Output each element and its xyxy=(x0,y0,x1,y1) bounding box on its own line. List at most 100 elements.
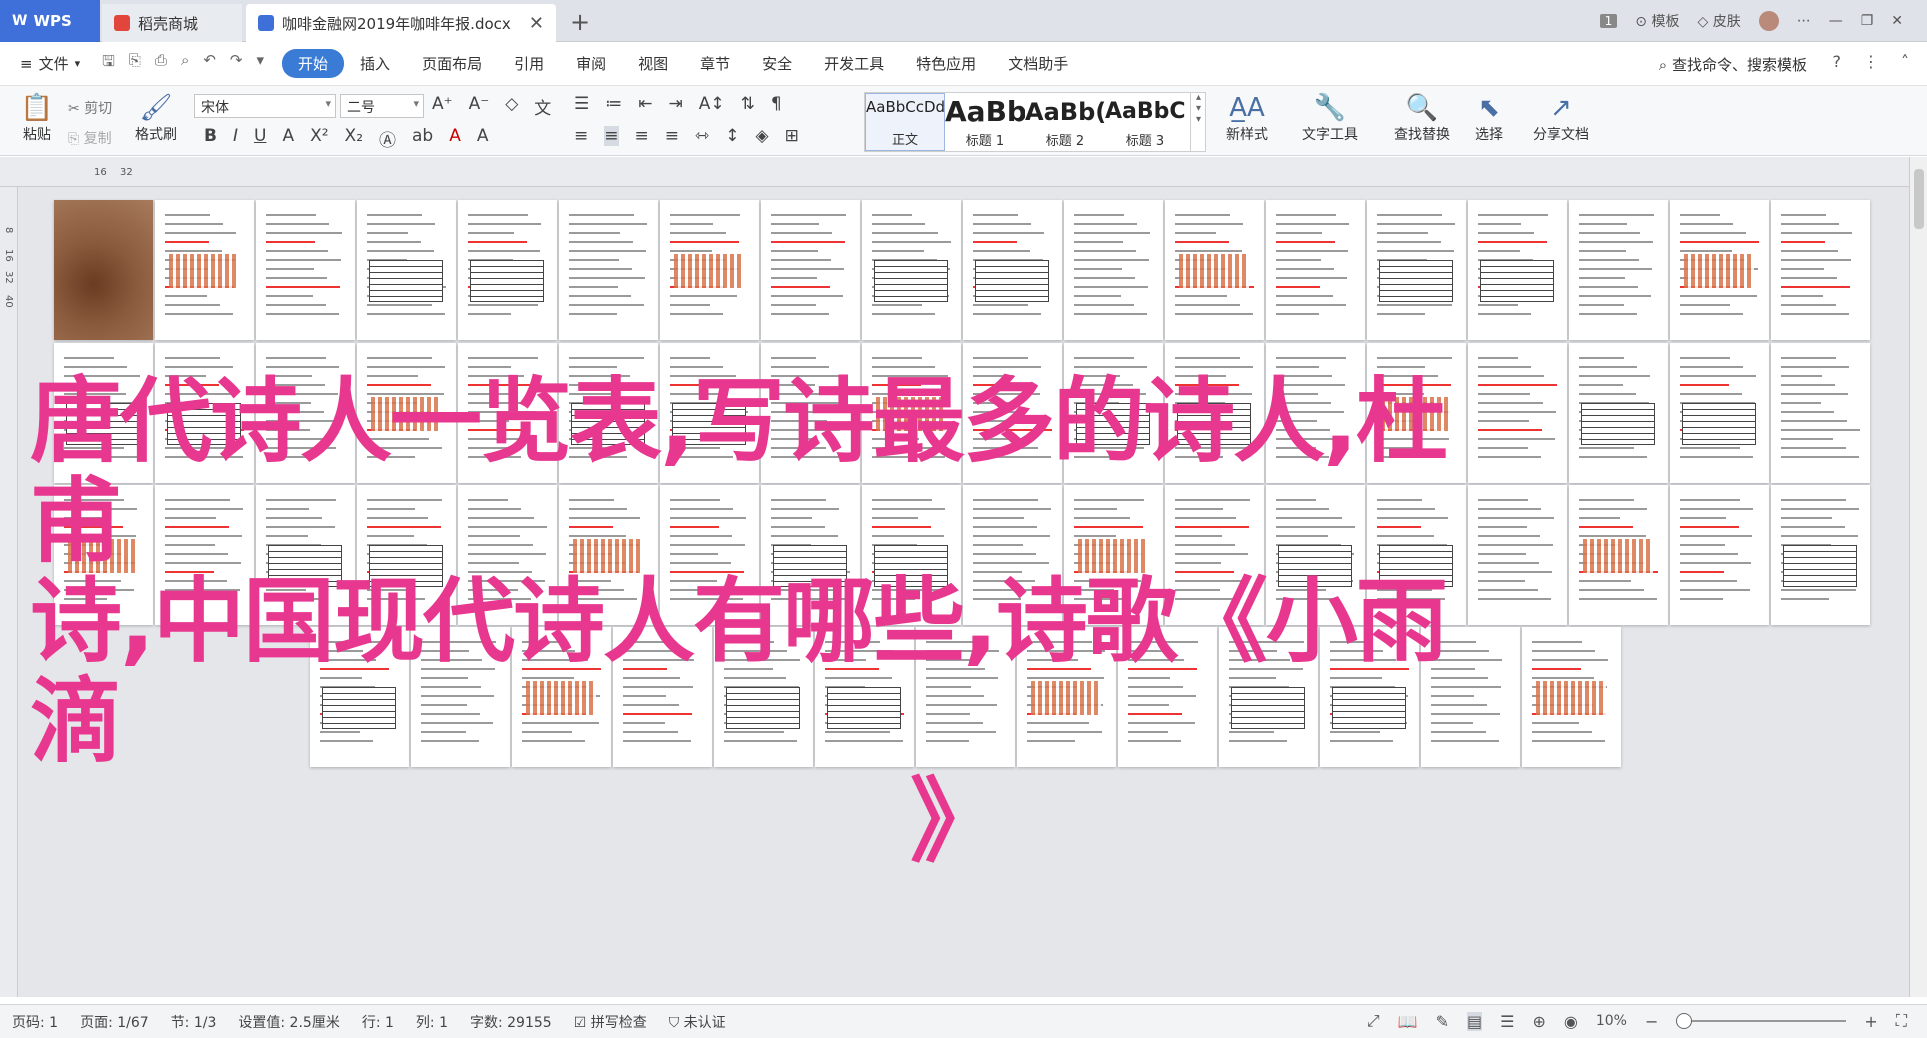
find-replace-button[interactable]: 🔍 查找替换 xyxy=(1382,92,1462,144)
page-thumbnail[interactable] xyxy=(761,343,860,483)
page-thumbnail[interactable] xyxy=(1771,343,1870,483)
decrease-indent-icon[interactable]: ⇤ xyxy=(638,94,652,114)
page-thumbnail[interactable] xyxy=(411,627,510,767)
page-thumbnail[interactable] xyxy=(1569,343,1668,483)
page-thumbnail[interactable] xyxy=(1266,200,1365,340)
page-thumbnail[interactable] xyxy=(660,485,759,625)
restore-icon[interactable]: ❐ xyxy=(1861,13,1874,29)
spell-check-button[interactable]: ☑ 拼写检查 xyxy=(574,1012,647,1032)
vertical-ruler[interactable]: 8 16 32 40 xyxy=(0,187,18,997)
format-painter-button[interactable]: 🖌 格式刷 xyxy=(128,92,184,144)
page-thumbnail[interactable] xyxy=(660,343,759,483)
distribute-icon[interactable]: ⇿ xyxy=(695,126,709,146)
fit-page-icon[interactable]: ⛶ xyxy=(1896,1011,1907,1031)
shading-icon[interactable]: ◈ xyxy=(756,126,769,146)
horizontal-ruler[interactable]: 16 32 xyxy=(0,157,1927,187)
style-heading-2[interactable]: AaBb( 标题 2 xyxy=(1025,93,1105,151)
page-thumbnail[interactable] xyxy=(1670,485,1769,625)
page-thumbnail[interactable] xyxy=(1219,627,1318,767)
page-thumbnail[interactable] xyxy=(1468,343,1567,483)
status-word-count[interactable]: 字数: 29155 xyxy=(470,1012,552,1032)
tab-developer[interactable]: 开发工具 xyxy=(808,49,900,78)
page-thumbnail[interactable] xyxy=(256,485,355,625)
share-doc-button[interactable]: ↗ 分享文档 xyxy=(1526,92,1596,144)
command-search[interactable]: ⌕ 查找命令、搜索模板 xyxy=(1659,54,1807,75)
increase-indent-icon[interactable]: ⇥ xyxy=(669,94,683,114)
template-button[interactable]: ⊙ 模板 xyxy=(1635,11,1679,31)
show-marks-icon[interactable]: ¶ xyxy=(771,94,782,114)
status-setting[interactable]: 设置值: 2.5厘米 xyxy=(238,1012,339,1032)
page-thumbnail[interactable] xyxy=(357,200,456,340)
page-thumbnail[interactable] xyxy=(256,343,355,483)
preview-icon[interactable]: ⌕ xyxy=(181,51,189,76)
style-heading-1[interactable]: AaBb 标题 1 xyxy=(945,93,1025,151)
highlight-icon[interactable]: ab xyxy=(412,126,433,151)
page-thumbnail[interactable] xyxy=(54,485,153,625)
tab-insert[interactable]: 插入 xyxy=(344,49,406,78)
chinese-layout-icon[interactable]: A↕ xyxy=(699,94,725,114)
page-thumbnail[interactable] xyxy=(1468,485,1567,625)
zoom-level[interactable]: 10% xyxy=(1596,1013,1627,1029)
tab-home[interactable]: 开始 xyxy=(282,49,345,78)
outline-view-icon[interactable]: ☰ xyxy=(1500,1012,1514,1031)
page-thumbnail[interactable] xyxy=(862,200,961,340)
certify-button[interactable]: ⛉ 未认证 xyxy=(669,1012,726,1032)
page-thumbnail[interactable] xyxy=(1266,343,1365,483)
page-thumbnail[interactable] xyxy=(761,200,860,340)
more-vertical-icon[interactable]: ⋮ xyxy=(1863,52,1879,71)
page-thumbnail[interactable] xyxy=(256,200,355,340)
page-thumbnail[interactable] xyxy=(1017,627,1116,767)
page-thumbnail[interactable] xyxy=(357,343,456,483)
page-thumbnail[interactable] xyxy=(613,627,712,767)
bold-icon[interactable]: B xyxy=(204,126,217,151)
eye-protect-icon[interactable]: ◉ xyxy=(1564,1012,1578,1031)
status-section[interactable]: 节: 1/3 xyxy=(171,1012,217,1032)
export-icon[interactable]: ⎘ xyxy=(129,51,141,76)
grow-font-icon[interactable]: A⁺ xyxy=(432,94,453,119)
print-icon[interactable]: ⎙ xyxy=(155,51,167,76)
tab-security[interactable]: 安全 xyxy=(746,49,808,78)
page-thumbnail[interactable] xyxy=(155,485,254,625)
line-spacing-icon[interactable]: ↕ xyxy=(725,126,739,146)
tab-review[interactable]: 审阅 xyxy=(560,49,622,78)
align-left-icon[interactable]: ≡ xyxy=(574,126,588,146)
page-thumbnail[interactable] xyxy=(1771,485,1870,625)
tab-page-layout[interactable]: 页面布局 xyxy=(406,49,498,78)
close-window-icon[interactable]: ✕ xyxy=(1891,13,1903,29)
save-icon[interactable]: 🖫 xyxy=(102,51,115,76)
redo-icon[interactable]: ↷ xyxy=(230,51,243,76)
fullscreen-icon[interactable]: ⤢ xyxy=(1367,1011,1380,1031)
page-thumbnail[interactable] xyxy=(1064,343,1163,483)
font-name-select[interactable]: 宋体 xyxy=(194,94,336,118)
page-thumbnail[interactable] xyxy=(1064,485,1163,625)
style-heading-3[interactable]: AaBbC 标题 3 xyxy=(1105,93,1185,151)
subscript-icon[interactable]: X₂ xyxy=(345,126,363,151)
zoom-slider[interactable] xyxy=(1676,1013,1847,1029)
read-mode-icon[interactable]: 📖 xyxy=(1398,1012,1418,1031)
styles-scroll[interactable]: ▴ ▾ ▾ xyxy=(1190,92,1206,152)
page-thumbnail[interactable] xyxy=(1569,485,1668,625)
page-thumbnail[interactable] xyxy=(559,200,658,340)
page-thumbnail[interactable] xyxy=(862,485,961,625)
numbering-icon[interactable]: ≔ xyxy=(605,94,622,114)
tab-document[interactable]: 咖啡金融网2019年咖啡年报.docx ✕ xyxy=(246,4,556,42)
page-thumbnail[interactable] xyxy=(1165,485,1264,625)
text-effect-icon[interactable]: Ⓐ xyxy=(379,126,396,151)
tab-wps[interactable]: W WPS xyxy=(0,0,100,42)
tab-features[interactable]: 特色应用 xyxy=(900,49,992,78)
close-tab-icon[interactable]: ✕ xyxy=(529,13,544,34)
page-thumbnail[interactable] xyxy=(54,343,153,483)
page-thumbnail[interactable] xyxy=(1064,200,1163,340)
align-center-icon[interactable]: ≡ xyxy=(604,126,619,146)
font-size-select[interactable]: 二号 xyxy=(340,94,424,118)
page-thumbnail[interactable] xyxy=(1771,200,1870,340)
undo-icon[interactable]: ↶ xyxy=(203,51,216,76)
web-view-icon[interactable]: ⊕ xyxy=(1532,1012,1545,1031)
page-thumbnail[interactable] xyxy=(761,485,860,625)
text-tools-button[interactable]: 🔧 文字工具 xyxy=(1290,92,1370,144)
tab-doc-assistant[interactable]: 文档助手 xyxy=(992,49,1084,78)
page-thumbnail[interactable] xyxy=(559,485,658,625)
page-thumbnail[interactable] xyxy=(1320,627,1419,767)
page-thumbnail[interactable] xyxy=(862,343,961,483)
page-thumbnail[interactable] xyxy=(1468,200,1567,340)
